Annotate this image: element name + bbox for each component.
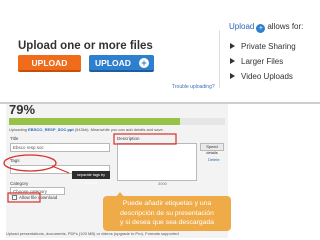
upload-button[interactable]: UPLOAD <box>18 55 81 72</box>
allow-download-checkbox[interactable] <box>12 195 17 200</box>
uploading-prefix: Uploading <box>9 127 28 132</box>
tags-label: Tags <box>10 158 20 163</box>
upload-plus-heading-label: Upload <box>229 22 255 31</box>
feature-label: Larger Files <box>241 57 284 66</box>
feature-label: Video Uploads <box>241 72 293 81</box>
progress-percent: 79% <box>9 102 36 117</box>
plus-icon: + <box>139 58 149 68</box>
triangle-bullet-icon <box>230 58 235 64</box>
feature-item-video-uploads: Video Uploads <box>230 72 293 81</box>
title-input[interactable]: Ebsco resp soc <box>10 143 110 152</box>
upload-panel <box>4 4 316 100</box>
allows-for-label: allows for: <box>267 22 304 31</box>
trouble-uploading-link[interactable]: Trouble uploading? <box>172 84 215 90</box>
plus-badge-icon: + <box>256 24 266 33</box>
callout-line-1: Puede añadir etiquetas y una <box>122 200 212 207</box>
allow-download-label: Allow file download <box>19 195 58 200</box>
upload-plus-heading: Upload + allows for: <box>229 22 303 33</box>
feature-item-private-sharing: Private Sharing <box>230 42 296 51</box>
callout-line-3: y si desea que sea descargada <box>119 219 215 226</box>
description-char-count: 3000 <box>158 181 167 186</box>
category-label: Category <box>10 181 29 186</box>
upload-title: Upload one or more files <box>18 40 153 52</box>
uploading-filename: EBSCO_RESP_SOC.ppt <box>28 127 74 132</box>
progress-bar-fill <box>9 118 180 125</box>
feature-label: Private Sharing <box>241 42 296 51</box>
tags-tooltip: separate tags by comma <box>72 171 110 185</box>
description-textarea[interactable] <box>117 143 197 181</box>
formats-note: Upload presentations, documents, PDFs (1… <box>6 231 179 236</box>
category-selected-value: Choose category <box>13 189 48 194</box>
delete-link[interactable]: Delete <box>208 157 220 162</box>
upload-plus-button[interactable]: UPLOAD + <box>89 55 154 72</box>
title-label: Title <box>10 136 19 141</box>
feature-item-larger-files: Larger Files <box>230 57 283 66</box>
uploading-message: (543kb). Meanwhile you can add details a… <box>74 127 164 132</box>
triangle-bullet-icon <box>230 43 235 49</box>
panel-divider <box>219 30 220 88</box>
uploading-status: Uploading EBSCO_RESP_SOC.ppt (543kb). Me… <box>9 127 164 132</box>
callout-line-2: descripción de su presentación <box>120 209 214 217</box>
description-label: Description <box>117 136 140 141</box>
info-callout: Puede añadir etiquetas y una descripción… <box>103 196 231 231</box>
upload-plus-label: UPLOAD <box>95 58 131 68</box>
triangle-bullet-icon <box>230 73 235 79</box>
category-select[interactable]: Choose category <box>10 187 65 195</box>
speed-details-button[interactable]: Speed details <box>200 143 224 155</box>
